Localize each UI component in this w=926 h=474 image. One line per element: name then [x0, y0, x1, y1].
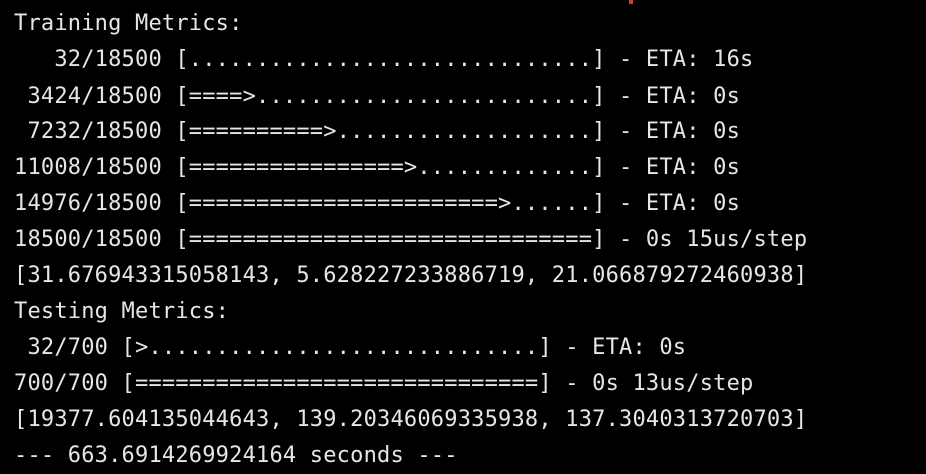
- training-metrics-heading: Training Metrics:: [14, 11, 243, 36]
- training-progress-line-18500: 18500/18500 [===========================…: [14, 227, 808, 252]
- training-metrics-result: [31.676943315058143, 5.628227233886719, …: [14, 263, 808, 288]
- training-progress-line-3424: 3424/18500 [====>.......................…: [14, 84, 741, 109]
- testing-metrics-heading: Testing Metrics:: [14, 299, 230, 324]
- training-progress-line-11008: 11008/18500 [================>..........…: [14, 155, 741, 180]
- cursor-marker: [629, 0, 633, 4]
- testing-metrics-result: [19377.604135044643, 139.20346069335938,…: [14, 407, 808, 432]
- elapsed-time-line: --- 663.6914269924164 seconds ---: [14, 443, 458, 468]
- training-progress-line-32: 32/18500 [..............................…: [14, 47, 754, 72]
- terminal-window[interactable]: Training Metrics: 32/18500 [............…: [0, 0, 926, 474]
- testing-progress-line-32: 32/700 [>.............................] …: [14, 335, 687, 360]
- training-progress-line-14976: 14976/18500 [=======================>...…: [14, 191, 741, 216]
- testing-progress-line-700: 700/700 [==============================]…: [14, 371, 754, 396]
- training-progress-line-7232: 7232/18500 [==========>.................…: [14, 119, 741, 144]
